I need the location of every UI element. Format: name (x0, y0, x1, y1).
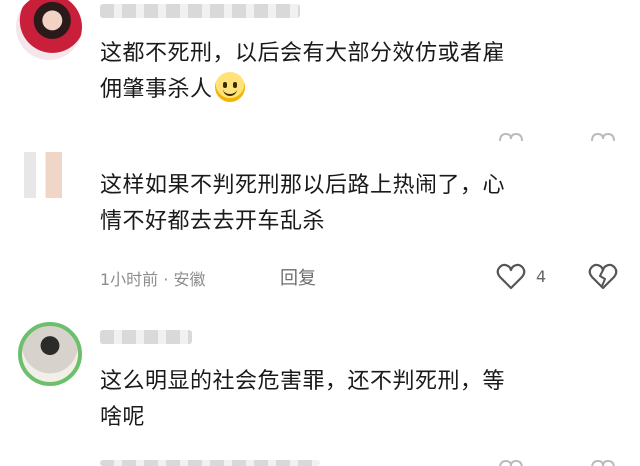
username-blurred[interactable] (100, 4, 300, 18)
avatar[interactable] (18, 322, 82, 386)
like-button[interactable]: 4 (496, 262, 546, 290)
comment-text: 这都不死刑，以后会有大部分效仿或者雇 佣肇事杀人 (100, 36, 620, 108)
avatar[interactable] (16, 0, 82, 60)
username-blurred[interactable] (100, 330, 192, 344)
dislike-button[interactable] (588, 262, 618, 294)
reply-button[interactable]: 回复 (280, 264, 316, 290)
comment-text: 这么明显的社会危害罪，还不判死刑，等 啥呢 (100, 364, 620, 436)
broken-heart-icon (588, 263, 618, 290)
broken-heart-icon[interactable] (590, 460, 616, 466)
heart-icon[interactable] (498, 133, 524, 141)
comment-text-line: 这都不死刑，以后会有大部分效仿或者雇 (100, 41, 506, 66)
heart-icon (496, 263, 526, 290)
comment-text-line: 情不好都去去开车乱杀 (100, 209, 326, 234)
comment-text-line: 啥呢 (100, 405, 146, 430)
comment-text-line: 这样如果不判死刑那以后路上热闹了，心 (100, 173, 506, 198)
comment-time-location: 1小时前 · 安徽 (100, 270, 206, 289)
broken-heart-icon[interactable] (590, 133, 616, 141)
comment-text-line: 这么明显的社会危害罪，还不判死刑，等 (100, 369, 506, 394)
heart-icon[interactable] (498, 460, 524, 466)
smile-emoji-icon (214, 72, 245, 102)
comment-text: 这样如果不判死刑那以后路上热闹了，心 情不好都去去开车乱杀 (100, 168, 620, 240)
avatar[interactable] (16, 152, 82, 198)
meta-blurred (100, 460, 320, 466)
comment-text-line: 佣肇事杀人 (100, 72, 620, 108)
like-count: 4 (536, 266, 547, 286)
